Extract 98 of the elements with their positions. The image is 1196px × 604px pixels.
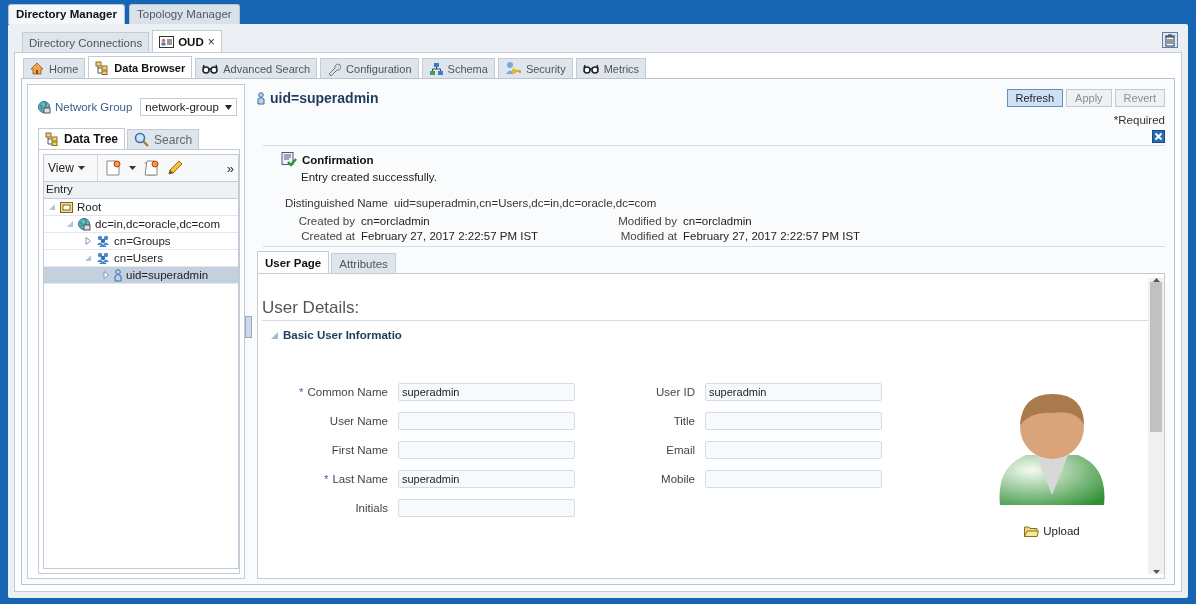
field-label: Mobile [660,472,695,485]
upload-link[interactable]: Upload [1024,525,1080,537]
folder-icon [60,201,73,213]
field-label: User ID [655,385,695,398]
text-field[interactable]: superadmin [705,382,882,401]
section-heading: User Details: [262,298,1148,321]
glasses-icon [202,63,219,74]
collapse-handle[interactable] [245,316,252,338]
nav-tab[interactable]: Schema [421,58,495,78]
expanded-icon[interactable] [270,330,279,340]
expanded-icon [48,203,56,211]
collapsed-icon [102,271,110,279]
close-tab-button[interactable]: × [207,34,215,49]
caret-icon [128,166,136,170]
group-icon [96,252,110,264]
folder-icon [1024,525,1040,537]
column-header: Entry [44,182,238,199]
panel-tab[interactable]: Data Tree [38,128,126,149]
check-document-icon [281,152,297,167]
page-tab[interactable]: User Page [257,251,330,273]
text-field[interactable] [705,411,882,430]
required-note: *Required [1113,114,1165,126]
tree-item[interactable]: Root [44,199,238,216]
entry-title: uid=superadmin [270,90,379,106]
schema-icon [428,61,443,76]
id-card-icon [159,35,175,48]
field-label: Distinguished Name [285,197,388,209]
field-label: Initials [354,501,388,514]
message-text: Entry created successfully. [300,171,438,183]
group-icon [96,235,110,247]
nav-tab[interactable]: Configuration [320,58,419,78]
tree-icon [45,132,59,146]
close-icon[interactable] [1152,130,1165,143]
house-icon [30,62,44,75]
panel-tab[interactable]: Search [127,129,200,149]
text-field[interactable] [398,498,575,517]
field-label: Modified at [619,230,677,242]
field-label: Created at [300,230,355,242]
key-icon [504,61,521,76]
nav-tab[interactable]: Security [497,58,573,78]
text-field[interactable]: superadmin [398,382,575,401]
group-title: Basic User Informatio [283,329,402,341]
field-label: Title [672,414,695,427]
field-label: Network Group [55,101,133,113]
network-group-dropdown[interactable]: network-group [140,98,237,116]
search-icon [134,132,150,147]
field-value: cn=orcladmin [683,215,753,227]
document-tab[interactable]: Directory Connections [22,32,150,52]
tree-item[interactable]: dc=in,dc=oracle,dc=com [44,216,238,233]
field-label: * Last Name [322,472,388,485]
trash-icon[interactable] [1162,32,1178,48]
field-label: First Name [330,443,388,456]
field-label: Modified by [617,215,677,227]
field-label: User Name [328,414,388,427]
nav-tab[interactable]: Data Browser [88,56,193,78]
app-tab[interactable]: Directory Manager [8,4,125,24]
document-tab[interactable]: OUD × [152,30,222,52]
pencil-icon[interactable] [166,160,182,176]
app-tab[interactable]: Topology Manager [129,4,240,24]
expanded-icon [84,254,92,262]
expanded-icon [66,220,74,228]
more-icon[interactable]: » [226,160,234,176]
nav-tab[interactable]: Home [23,58,86,78]
text-field[interactable] [398,440,575,459]
view-menu-button[interactable]: View [48,155,98,181]
new-entry-icon[interactable] [105,160,121,176]
arrow-up-icon [1152,278,1160,282]
collapsed-icon [84,237,92,245]
field-value: uid=superadmin,cn=Users,dc=in,dc=oracle,dc=com [393,197,657,209]
dropdown-caret-icon [224,104,232,110]
globe-icon [38,100,51,114]
glasses-icon [582,63,599,74]
field-value: February 27, 2017 2:22:57 PM IST [361,230,540,242]
person-icon [114,268,122,282]
tree-icon [95,60,110,75]
text-field[interactable]: superadmin [398,469,575,488]
field-label: Created by [297,215,355,227]
copy-entry-icon[interactable] [143,160,159,176]
scrollbar[interactable] [1148,278,1164,574]
page-tab[interactable]: Attributes [331,253,396,273]
caret-icon [77,166,85,170]
nav-tab[interactable]: Advanced Search [195,58,318,78]
globe-icon [78,217,91,231]
tree-item[interactable]: cn=Groups [44,233,238,250]
field-value: February 27, 2017 2:22:57 PM IST [683,230,862,242]
text-field[interactable] [705,440,882,459]
tree-item[interactable]: uid=superadmin [44,267,238,284]
arrow-down-icon [1152,570,1160,574]
nav-tab[interactable]: Metrics [575,58,647,78]
field-value: cn=orcladmin [361,215,431,227]
action-button[interactable]: Refresh [1006,89,1064,107]
wrench-icon [327,61,342,76]
field-label: * Common Name [298,385,388,398]
person-icon [257,91,265,105]
text-field[interactable] [705,469,882,488]
text-field[interactable] [398,411,575,430]
field-label: Email [665,443,695,456]
message-title: Confirmation [302,153,374,166]
